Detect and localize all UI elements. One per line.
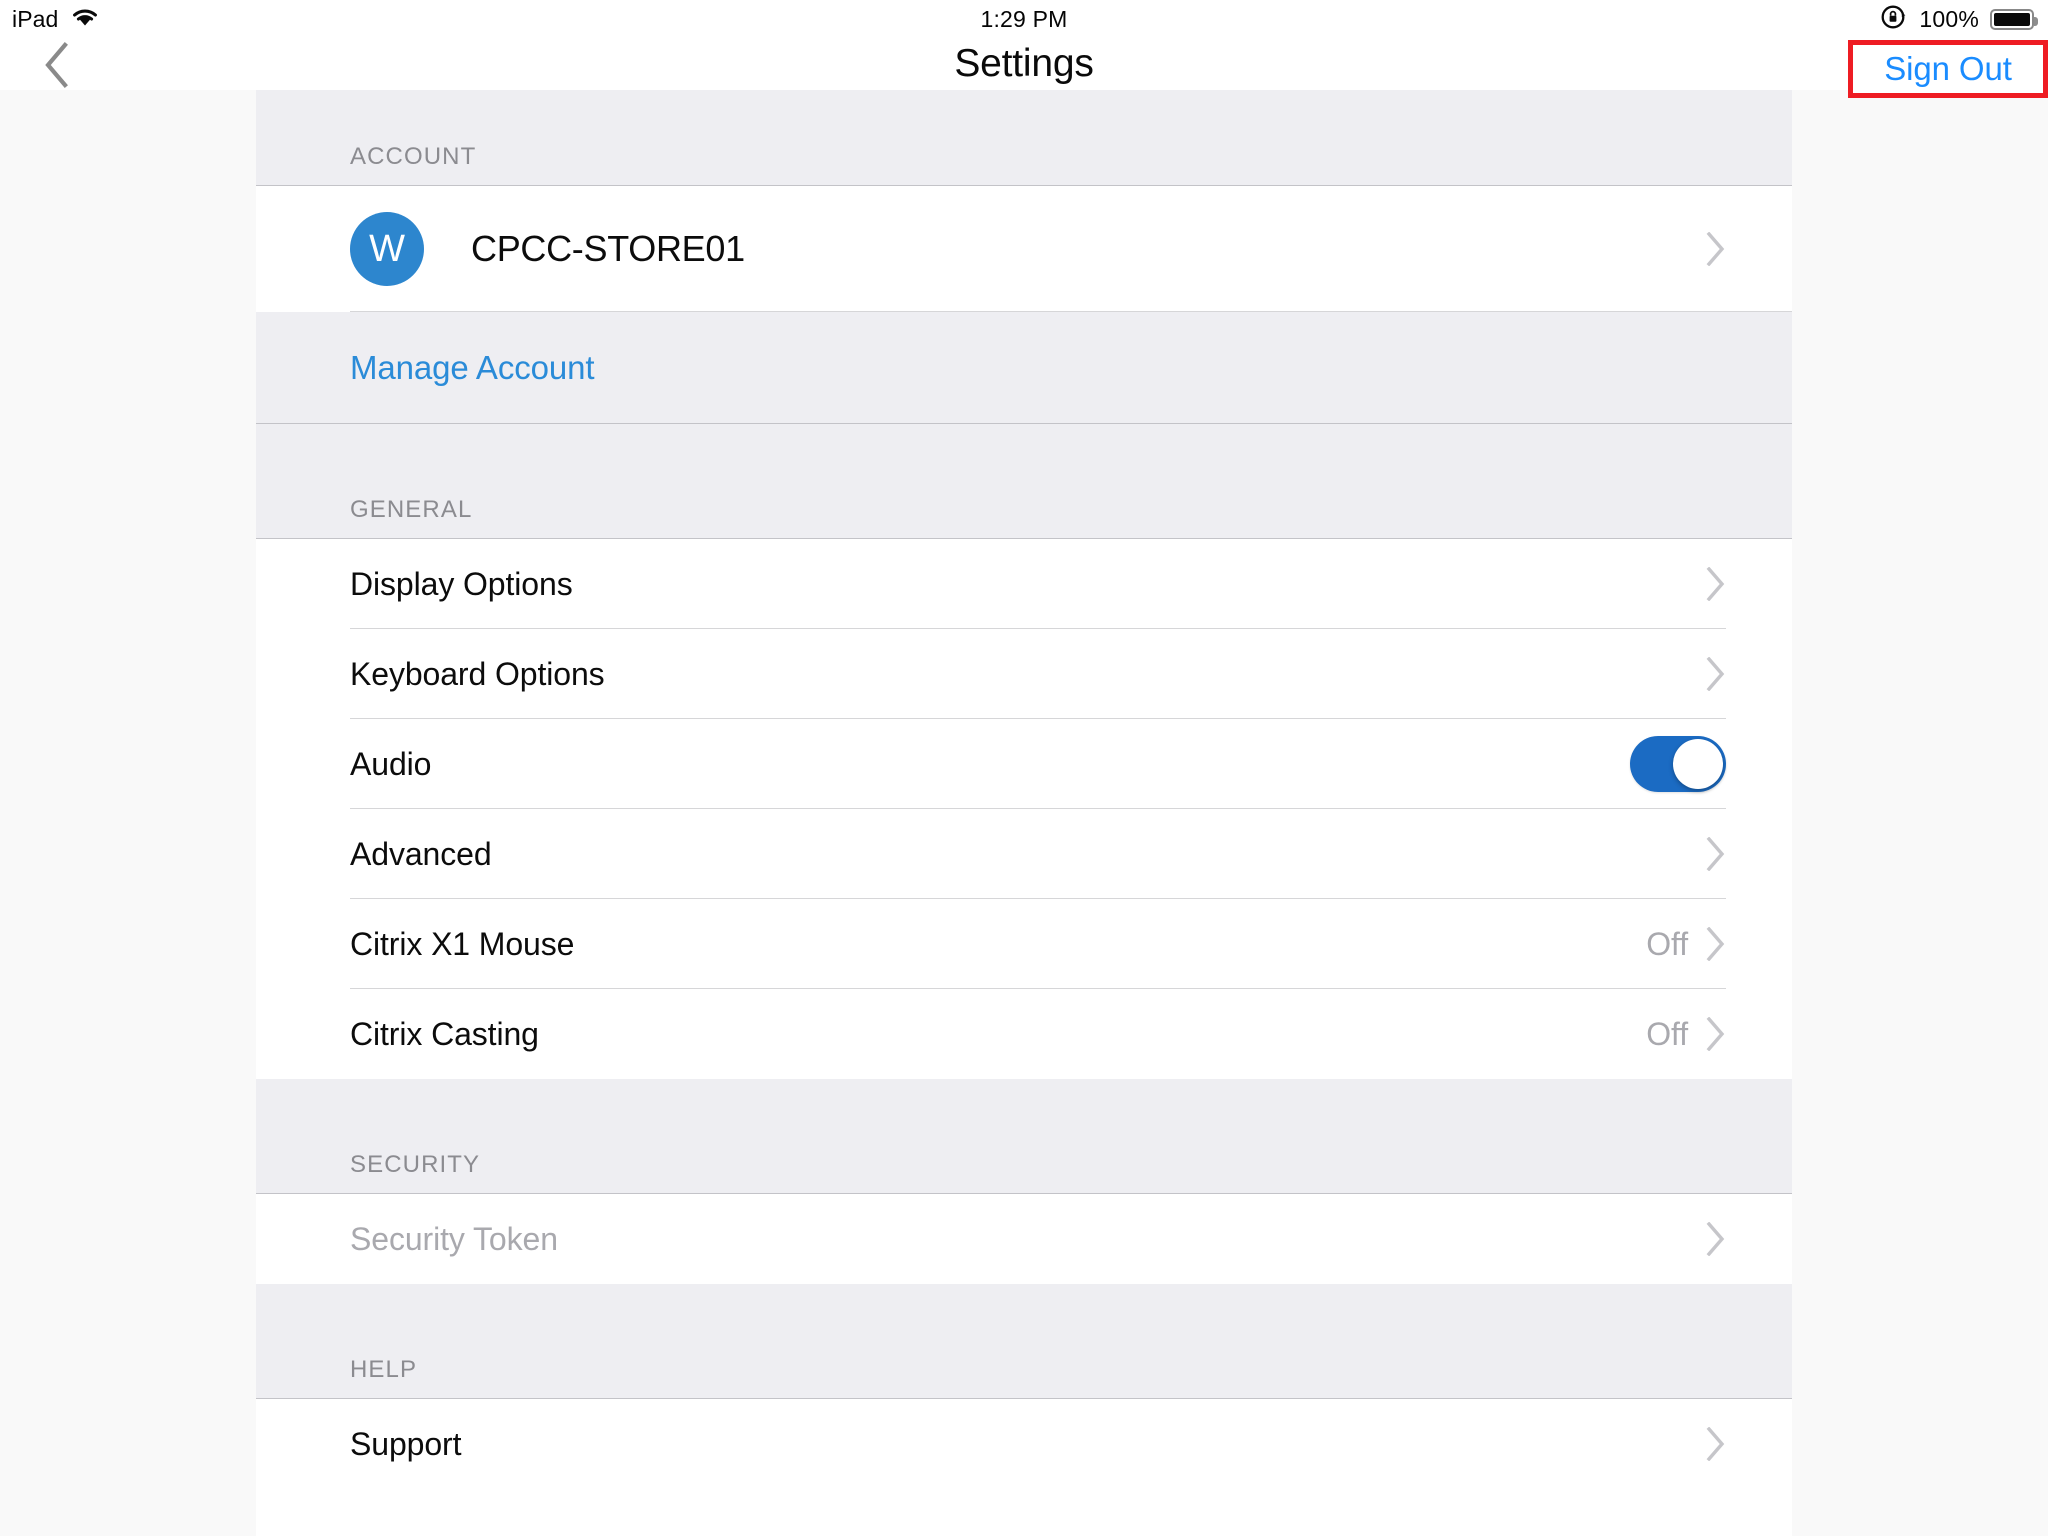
row-citrix-x1-mouse[interactable]: Citrix X1 Mouse Off (256, 899, 1792, 989)
row-label: Support (350, 1425, 462, 1462)
row-keyboard-options[interactable]: Keyboard Options (256, 629, 1792, 719)
section-title: ACCOUNT (350, 143, 477, 170)
status-bar-center: 1:29 PM (0, 0, 2048, 38)
toggle-knob (1673, 739, 1723, 789)
rotation-lock-icon (1880, 3, 1908, 36)
sign-out-button[interactable]: Sign Out (1848, 40, 2048, 98)
section-header-general: GENERAL (256, 424, 1792, 539)
chevron-right-icon (1706, 927, 1726, 961)
row-value: Off (1646, 1015, 1688, 1052)
battery-full-icon (1990, 8, 2038, 30)
row-value: Off (1646, 925, 1688, 962)
account-row[interactable]: W CPCC-STORE01 (256, 186, 1792, 312)
section-header-security: SECURITY (256, 1079, 1792, 1194)
section-header-account: ACCOUNT (256, 90, 1792, 186)
manage-account-row[interactable]: Manage Account (256, 312, 1792, 424)
account-name: CPCC-STORE01 (471, 228, 745, 269)
row-label: Security Token (350, 1220, 558, 1257)
row-label: Display Options (350, 565, 573, 602)
page-title: Settings (954, 42, 1094, 85)
navigation-bar: Settings Sign Out (0, 38, 2048, 98)
row-label: Citrix Casting (350, 1015, 539, 1052)
row-display-options[interactable]: Display Options (256, 539, 1792, 629)
row-support[interactable]: Support (256, 1399, 1792, 1489)
row-security-token[interactable]: Security Token (256, 1194, 1792, 1284)
chevron-right-icon (1706, 1427, 1726, 1461)
chevron-right-icon (1706, 1222, 1726, 1256)
chevron-right-icon (1706, 567, 1726, 601)
status-bar: iPad 1:29 PM 100% (0, 0, 2048, 38)
status-bar-right: 100% (1880, 0, 2038, 38)
row-label: Advanced (350, 835, 492, 872)
audio-toggle[interactable] (1630, 736, 1726, 792)
section-header-help: HELP (256, 1284, 1792, 1399)
clock-time: 1:29 PM (980, 5, 1068, 32)
avatar: W (350, 212, 424, 286)
manage-account-label: Manage Account (350, 348, 595, 386)
chevron-right-icon (1706, 1017, 1726, 1051)
row-citrix-casting[interactable]: Citrix Casting Off (256, 989, 1792, 1079)
sign-out-container: Sign Out (1848, 40, 2048, 98)
section-title: HELP (350, 1356, 418, 1383)
chevron-right-icon (1706, 837, 1726, 871)
settings-panel: ACCOUNT W CPCC-STORE01 Manage Account GE… (256, 90, 1792, 1536)
row-label: Citrix X1 Mouse (350, 925, 575, 962)
chevron-right-icon (1706, 232, 1726, 266)
row-advanced[interactable]: Advanced (256, 809, 1792, 899)
section-title: GENERAL (350, 496, 473, 523)
section-title: SECURITY (350, 1151, 481, 1178)
row-audio[interactable]: Audio (256, 719, 1792, 809)
row-label: Audio (350, 745, 432, 782)
row-label: Keyboard Options (350, 655, 605, 692)
chevron-right-icon (1706, 657, 1726, 691)
battery-percent-label: 100% (1919, 5, 1979, 32)
